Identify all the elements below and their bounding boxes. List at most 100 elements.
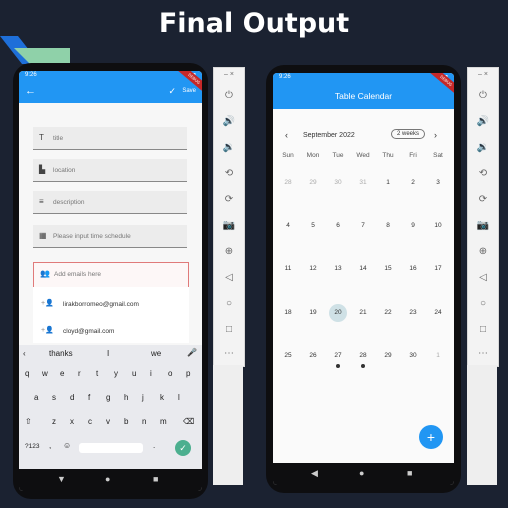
key[interactable]: g <box>106 393 110 402</box>
minimize-icon[interactable]: – × <box>468 71 498 78</box>
volume-up-icon[interactable]: 🔊 <box>468 116 498 127</box>
calendar-day[interactable]: 16 <box>401 265 425 272</box>
calendar-day[interactable]: 22 <box>376 309 400 316</box>
key[interactable]: b <box>124 417 128 426</box>
calendar-day[interactable]: 6 <box>326 222 350 229</box>
key[interactable]: r <box>78 369 81 378</box>
calendar-day[interactable]: 11 <box>276 265 300 272</box>
camera-icon[interactable]: 📷 <box>468 220 498 231</box>
symbols-key[interactable]: ?123 <box>25 443 39 450</box>
calendar-day[interactable]: 31 <box>351 179 375 186</box>
calendar-day[interactable]: 1 <box>376 179 400 186</box>
key[interactable]: h <box>124 393 128 402</box>
save-button[interactable]: Save <box>182 88 196 94</box>
rotate-left-icon[interactable]: ⟲ <box>214 168 244 179</box>
calendar-day[interactable]: 17 <box>426 265 450 272</box>
key[interactable]: y <box>114 369 118 378</box>
volume-up-icon[interactable]: 🔊 <box>214 116 244 127</box>
calendar-day[interactable]: 13 <box>326 265 350 272</box>
back-icon[interactable]: ▼ <box>57 474 66 484</box>
calendar-day[interactable]: 29 <box>301 179 325 186</box>
volume-down-icon[interactable]: 🔉 <box>214 142 244 153</box>
zoom-icon[interactable]: ⊕ <box>468 246 498 257</box>
key[interactable]: a <box>34 393 38 402</box>
calendar-day[interactable]: 9 <box>401 222 425 229</box>
calendar-day[interactable]: 1 <box>426 352 450 359</box>
key[interactable]: p <box>186 369 190 378</box>
location-field[interactable]: ▙ location <box>33 159 187 182</box>
enter-check-icon[interactable]: ✓ <box>175 440 191 456</box>
calendar-day[interactable]: 27 <box>326 352 350 359</box>
emails-input[interactable]: 👥 Add emails here <box>33 262 189 288</box>
space-bar[interactable] <box>79 443 143 453</box>
back-icon[interactable]: ◁ <box>214 272 244 283</box>
calendar-day[interactable]: 7 <box>351 222 375 229</box>
rotate-right-icon[interactable]: ⟳ <box>468 194 498 205</box>
volume-down-icon[interactable]: 🔉 <box>468 142 498 153</box>
calendar-day[interactable]: 25 <box>276 352 300 359</box>
keyboard-collapse-icon[interactable]: ‹ <box>23 349 26 358</box>
calendar-day[interactable]: 20 <box>329 304 347 322</box>
key[interactable]: f <box>88 393 90 402</box>
shift-icon[interactable]: ⇧ <box>25 417 32 426</box>
check-icon[interactable]: ✓ <box>168 86 176 97</box>
key[interactable]: l <box>178 393 180 402</box>
recents-icon[interactable]: ■ <box>153 474 158 484</box>
key[interactable]: u <box>132 369 136 378</box>
comma-key[interactable]: , <box>49 441 51 450</box>
overview-icon[interactable]: □ <box>214 324 244 335</box>
schedule-field[interactable]: ▦ Please input time schedule <box>33 225 187 248</box>
prediction-item[interactable]: we <box>151 349 161 358</box>
key[interactable]: m <box>160 417 167 426</box>
calendar-day[interactable]: 26 <box>301 352 325 359</box>
prediction-item[interactable]: thanks <box>49 349 73 358</box>
period-key[interactable]: . <box>153 441 155 450</box>
calendar-day[interactable]: 28 <box>351 352 375 359</box>
home-icon[interactable]: ● <box>359 468 364 478</box>
calendar-day[interactable]: 23 <box>401 309 425 316</box>
calendar-day[interactable]: 12 <box>301 265 325 272</box>
title-field[interactable]: T title <box>33 127 187 150</box>
microphone-icon[interactable]: 🎤 <box>187 348 197 357</box>
description-field[interactable]: ≡ description <box>33 191 187 214</box>
key[interactable]: n <box>142 417 146 426</box>
more-icon[interactable]: ⋯ <box>468 348 498 359</box>
calendar-day[interactable]: 29 <box>376 352 400 359</box>
calendar-day[interactable]: 5 <box>301 222 325 229</box>
calendar-day[interactable]: 4 <box>276 222 300 229</box>
home-icon[interactable]: ○ <box>468 298 498 309</box>
overview-icon[interactable]: □ <box>468 324 498 335</box>
prediction-item[interactable]: I <box>107 349 109 358</box>
key[interactable]: c <box>88 417 92 426</box>
recents-icon[interactable]: ■ <box>407 468 412 478</box>
key[interactable]: i <box>150 369 152 378</box>
key[interactable]: s <box>52 393 56 402</box>
power-icon[interactable]: ⏻ <box>214 90 244 101</box>
key[interactable]: j <box>142 393 144 402</box>
calendar-day[interactable]: 10 <box>426 222 450 229</box>
rotate-right-icon[interactable]: ⟳ <box>214 194 244 205</box>
key[interactable]: v <box>106 417 110 426</box>
suggestion-item[interactable]: cloyd@gmail.com <box>63 328 114 335</box>
more-icon[interactable]: ⋯ <box>214 348 244 359</box>
key[interactable]: w <box>42 369 48 378</box>
calendar-day[interactable]: 19 <box>301 309 325 316</box>
calendar-day[interactable]: 3 <box>426 179 450 186</box>
emoji-icon[interactable]: ☺ <box>63 441 71 450</box>
key[interactable]: t <box>96 369 98 378</box>
rotate-left-icon[interactable]: ⟲ <box>468 168 498 179</box>
camera-icon[interactable]: 📷 <box>214 220 244 231</box>
calendar-day[interactable]: 30 <box>401 352 425 359</box>
key[interactable]: e <box>60 369 64 378</box>
key[interactable]: o <box>168 369 172 378</box>
calendar-day[interactable]: 30 <box>326 179 350 186</box>
calendar-day[interactable]: 15 <box>376 265 400 272</box>
minimize-icon[interactable]: – × <box>214 71 244 78</box>
key[interactable]: z <box>52 417 56 426</box>
key[interactable]: q <box>25 369 29 378</box>
power-icon[interactable]: ⏻ <box>468 90 498 101</box>
calendar-day[interactable]: 2 <box>401 179 425 186</box>
back-arrow-icon[interactable]: ← <box>25 85 36 97</box>
home-icon[interactable]: ○ <box>214 298 244 309</box>
key[interactable]: x <box>70 417 74 426</box>
